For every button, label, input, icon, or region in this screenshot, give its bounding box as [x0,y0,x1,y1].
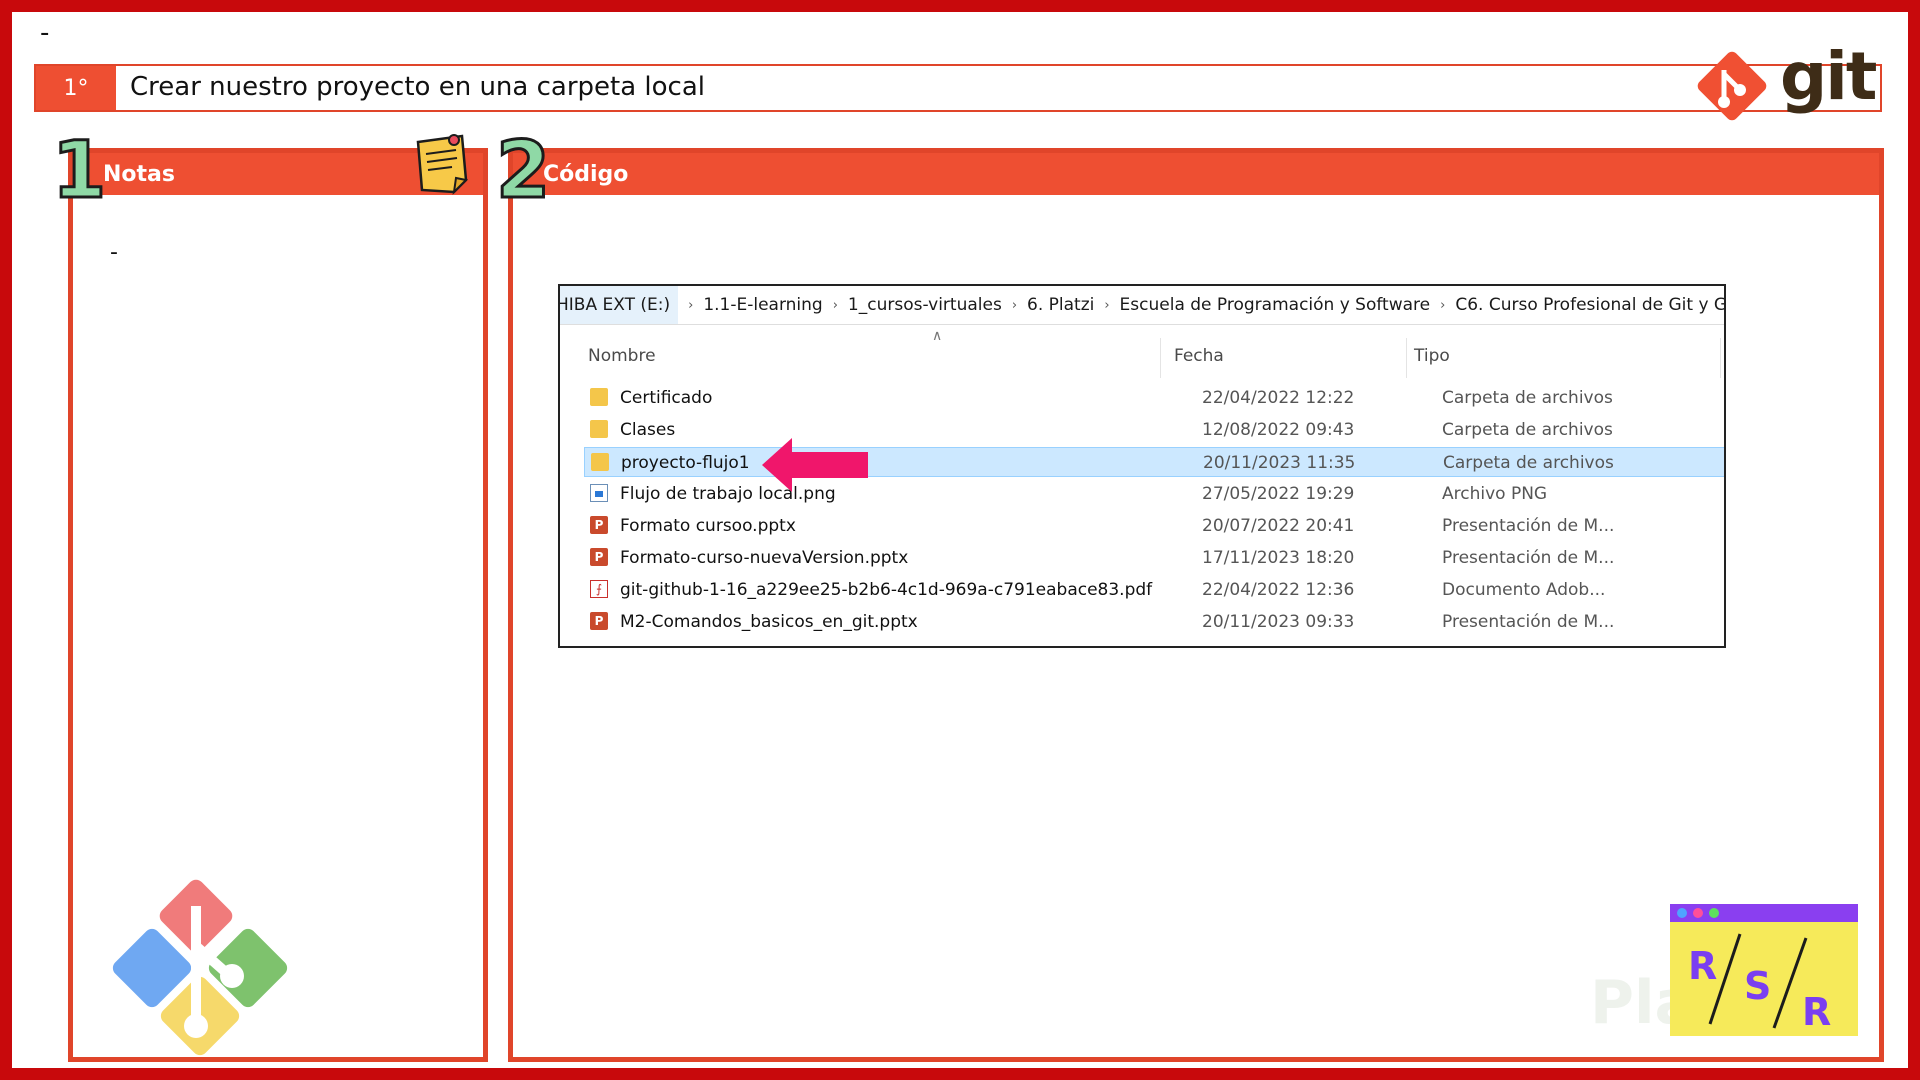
file-row[interactable]: ⨍ git-github-1-16_a229ee25-b2b6-4c1d-969… [584,575,1724,605]
breadcrumb-item[interactable]: 1_cursos-virtuales [838,295,1002,315]
file-type: Presentación de M... [1442,548,1615,568]
file-name: proyecto-flujo1 [621,453,750,473]
chevron-right-icon: › [1011,297,1018,313]
slide-title: Crear nuestro proyecto en una carpeta lo… [130,72,705,102]
column-header-type[interactable]: Tipo [1414,346,1450,366]
column-divider[interactable] [1720,338,1721,378]
code-header-label: Código [543,162,629,187]
top-dash: - [40,18,50,48]
column-header-date[interactable]: Fecha [1174,346,1224,366]
code-number: 2 [494,126,551,216]
step-badge: 1° [36,66,116,110]
breadcrumb-item[interactable]: C6. Curso Profesional de Git y GitHub [1445,295,1724,315]
file-row[interactable]: Clases 12/08/2022 09:43 Carpeta de archi… [584,415,1724,445]
chevron-right-icon: › [1440,297,1446,313]
badge-letter: R [1802,990,1832,1034]
pptx-file-icon: P [590,548,608,566]
file-name: Formato cursoo.pptx [620,516,796,536]
file-row-selected[interactable]: proyecto-flujo1 20/11/2023 11:35 Carpeta… [584,447,1724,477]
notes-number: 1 [50,126,107,216]
file-name: git-github-1-16_a229ee25-b2b6-4c1d-969a-… [620,580,1153,600]
pptx-file-icon: P [590,612,608,630]
file-row[interactable]: P Formato cursoo.pptx 20/07/2022 20:41 P… [584,511,1724,541]
file-date: 27/05/2022 19:29 [1202,484,1355,504]
file-row[interactable]: Flujo de trabajo local.png 27/05/2022 19… [584,479,1724,509]
file-type: Carpeta de archivos [1442,420,1613,440]
file-type: Presentación de M... [1442,612,1615,632]
file-name: Formato-curso-nuevaVersion.pptx [620,548,909,568]
git-colored-logo [112,879,288,1056]
file-name: Certificado [620,388,713,408]
title-bar: 1° Crear nuestro proyecto en una carpeta… [34,64,1882,112]
folder-icon [591,453,609,471]
column-header-name[interactable]: Nombre [588,346,656,366]
file-type: Presentación de M... [1442,516,1615,536]
file-type: Carpeta de archivos [1442,388,1613,408]
chevron-right-icon: › [832,297,838,313]
column-divider[interactable] [1406,338,1407,378]
git-logo-text: git [1780,38,1877,115]
folder-icon [590,388,608,406]
pptx-file-icon: P [590,516,608,534]
file-row[interactable]: Certificado 22/04/2022 12:22 Carpeta de … [584,383,1724,413]
file-explorer: HIBA EXT (E:) › 1.1-E-learning › 1_curso… [558,284,1726,648]
badge-letter: S [1744,964,1772,1008]
file-type: Carpeta de archivos [1443,453,1614,473]
chevron-right-icon: › [688,297,694,313]
folder-icon [590,420,608,438]
file-date: 20/11/2023 11:35 [1203,453,1356,473]
breadcrumb-item[interactable]: Escuela de Programación y Software [1110,295,1431,315]
pdf-file-icon: ⨍ [590,580,608,598]
file-date: 22/04/2022 12:22 [1202,388,1355,408]
file-row[interactable]: P M2-Comandos_basicos_en_git.pptx 20/11/… [584,607,1724,637]
notes-body: - [110,240,118,265]
file-name: Clases [620,420,676,440]
file-date: 17/11/2023 18:20 [1202,548,1355,568]
file-row[interactable]: P Formato-curso-nuevaVersion.pptx 17/11/… [584,543,1724,573]
png-file-icon [590,484,608,502]
file-date: 20/07/2022 20:41 [1202,516,1355,536]
file-date: 22/04/2022 12:36 [1202,580,1355,600]
breadcrumb-item[interactable]: 6. Platzi [1017,295,1094,315]
code-header: Código [513,153,1879,195]
sort-ascending-icon: ∧ [932,328,943,344]
file-type: Documento Adob... [1442,580,1606,600]
breadcrumb-item-drive[interactable]: HIBA EXT (E:) [560,286,679,324]
file-name: M2-Comandos_basicos_en_git.pptx [620,612,918,632]
column-divider[interactable] [1160,338,1161,378]
sticky-note-icon [416,134,469,195]
pointer-arrow-icon [762,438,868,492]
notes-header-label: Notas [103,162,175,187]
badge-letter: R [1688,944,1718,988]
file-date: 20/11/2023 09:33 [1202,612,1355,632]
breadcrumb: HIBA EXT (E:) › 1.1-E-learning › 1_curso… [560,286,1724,325]
file-type: Archivo PNG [1442,484,1548,504]
file-date: 12/08/2022 09:43 [1202,420,1355,440]
git-logo: git [1692,38,1877,126]
git-diamond-icon [1697,51,1767,121]
breadcrumb-item[interactable]: 1.1-E-learning [693,295,822,315]
chevron-right-icon: › [1104,297,1110,313]
